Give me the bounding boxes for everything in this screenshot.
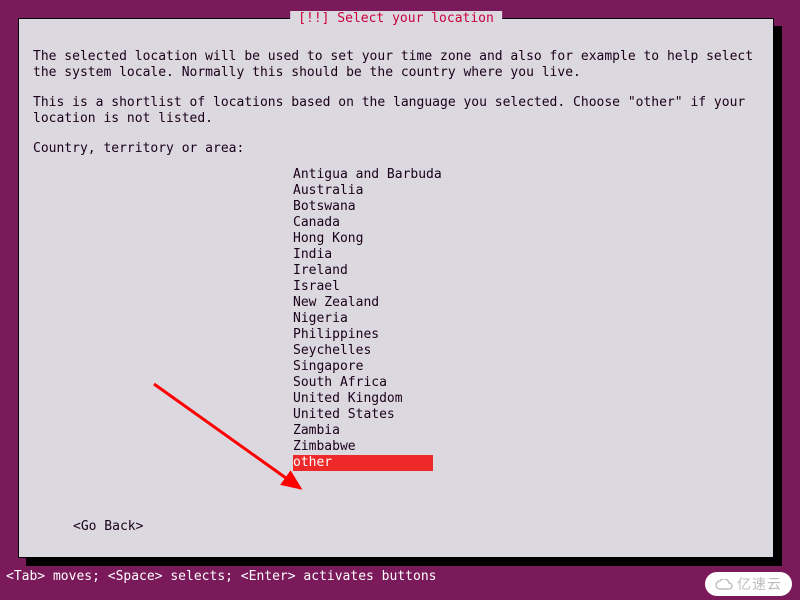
location-option[interactable]: Antigua and Barbuda: [293, 167, 493, 183]
location-option[interactable]: Ireland: [293, 263, 493, 279]
location-option[interactable]: Seychelles: [293, 343, 493, 359]
location-option[interactable]: Nigeria: [293, 311, 493, 327]
location-option[interactable]: South Africa: [293, 375, 493, 391]
location-option[interactable]: Hong Kong: [293, 231, 493, 247]
help-bar: <Tab> moves; <Space> selects; <Enter> ac…: [0, 569, 800, 584]
dialog-title: [!!] Select your location: [290, 11, 502, 26]
location-option[interactable]: Zimbabwe: [293, 439, 493, 455]
description-1: The selected location will be used to se…: [33, 49, 759, 81]
field-prompt: Country, territory or area:: [33, 141, 759, 157]
location-option[interactable]: India: [293, 247, 493, 263]
watermark: 亿速云: [705, 572, 792, 596]
location-option[interactable]: other: [293, 455, 433, 471]
location-option[interactable]: Zambia: [293, 423, 493, 439]
location-option[interactable]: New Zealand: [293, 295, 493, 311]
installer-dialog: [!!] Select your location The selected l…: [18, 18, 774, 558]
cloud-icon: [715, 579, 733, 591]
dialog-content: The selected location will be used to se…: [33, 49, 759, 541]
go-back-button[interactable]: <Go Back>: [73, 519, 143, 535]
location-option[interactable]: Israel: [293, 279, 493, 295]
location-option[interactable]: Canada: [293, 215, 493, 231]
location-option[interactable]: United Kingdom: [293, 391, 493, 407]
location-option[interactable]: Australia: [293, 183, 493, 199]
location-option[interactable]: Singapore: [293, 359, 493, 375]
location-option[interactable]: Philippines: [293, 327, 493, 343]
location-option[interactable]: United States: [293, 407, 493, 423]
location-option[interactable]: Botswana: [293, 199, 493, 215]
watermark-text: 亿速云: [737, 576, 782, 592]
description-2: This is a shortlist of locations based o…: [33, 95, 759, 127]
location-list[interactable]: Antigua and BarbudaAustraliaBotswanaCana…: [293, 167, 493, 471]
